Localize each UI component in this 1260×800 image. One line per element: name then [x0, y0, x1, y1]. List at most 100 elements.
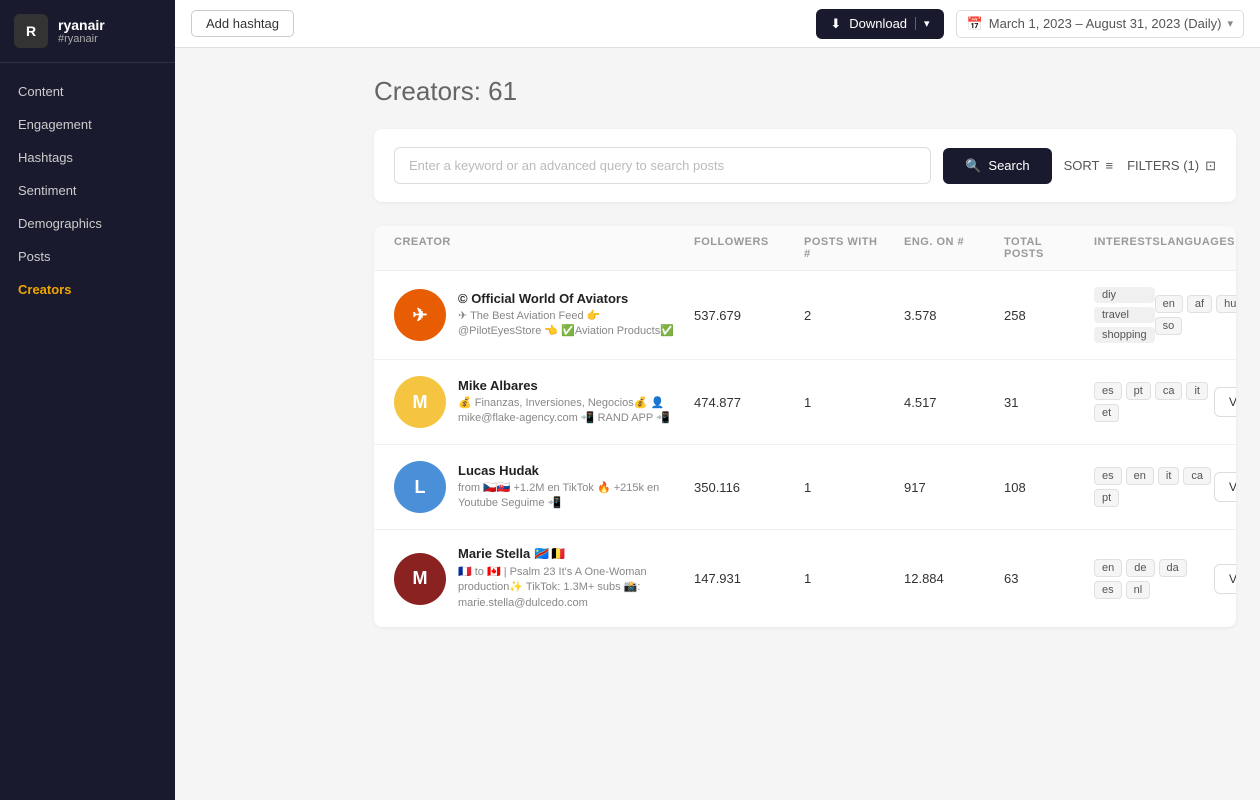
creator-followers: 147.931 [694, 571, 804, 586]
sidebar-brand-handle: #ryanair [58, 33, 105, 45]
creator-info: Marie Stella 🇨🇩🇧🇪 🇫🇷 to 🇨🇦 | Psalm 23 It'… [458, 546, 678, 611]
table-header-languages: LANGUAGES [1160, 236, 1236, 260]
table-body: ✈© Official World Of Aviators✈ The Best … [374, 271, 1236, 627]
creator-interests: diy travel shopping [1094, 287, 1155, 343]
creator-name: Marie Stella 🇨🇩🇧🇪 [458, 546, 678, 562]
action-cell: View Details [1214, 387, 1236, 417]
creator-cell-ma: MMike Albares💰 Finanzas, Inversiones, Ne… [394, 376, 694, 428]
sidebar-nav: ContentEngagementHashtagsSentimentDemogr… [0, 63, 175, 800]
avatar: L [394, 461, 446, 513]
creator-name: Lucas Hudak [458, 463, 678, 478]
view-details-button[interactable]: View Details [1214, 564, 1236, 594]
table-row: M Marie Stella 🇨🇩🇧🇪 🇫🇷 to 🇨🇦 | Psalm 23 It… [374, 530, 1236, 627]
creator-info: © Official World Of Aviators✈ The Best A… [458, 291, 678, 340]
lang-tag: ca [1155, 382, 1183, 400]
lang-tag: en [1126, 467, 1154, 485]
lang-tag: es [1094, 581, 1122, 599]
creator-followers: 474.877 [694, 395, 804, 410]
table-row: L Lucas Hudak from 🇨🇿🇸🇰 +1.2M en TikTok 🔥 … [374, 445, 1236, 530]
filters-icon: ⊡ [1205, 158, 1216, 174]
creator-posts-with-hash: 1 [804, 571, 904, 586]
creator-posts-with-hash: 2 [804, 308, 904, 323]
creators-table: CREATORFOLLOWERSPOSTS WITH#ENG. ON #TOTA… [374, 226, 1236, 627]
lang-tag: hu [1216, 295, 1236, 313]
creator-languages: esenitcapt [1094, 467, 1214, 507]
lang-tag: es [1094, 467, 1122, 485]
lang-tag: nl [1126, 581, 1151, 599]
main-content: Creators: 61 🔍 Search SORT ≡ FILTERS (1)… [350, 48, 1260, 800]
view-details-button[interactable]: View Details [1214, 387, 1236, 417]
creator-eng-on-hash: 3.578 [904, 308, 1004, 323]
sidebar-item-demographics[interactable]: Demographics [0, 207, 175, 240]
calendar-icon: 📅 [967, 16, 983, 32]
table-header-followers: FOLLOWERS [694, 236, 804, 260]
search-icon: 🔍 [965, 158, 981, 174]
creator-total-posts: 258 [1004, 308, 1094, 323]
interest-tag: travel [1094, 307, 1155, 323]
table-header-posts-with--: POSTS WITH# [804, 236, 904, 260]
creator-bio: 💰 Finanzas, Inversiones, Negocios💰 👤 mik… [458, 396, 678, 427]
creator-bio: 🇫🇷 to 🇨🇦 | Psalm 23 It's A One-Woman pro… [458, 565, 678, 611]
action-cell: View Details [1214, 472, 1236, 502]
lang-tag: pt [1126, 382, 1151, 400]
creator-cell-lh: L Lucas Hudak from 🇨🇿🇸🇰 +1.2M en TikTok 🔥 … [394, 461, 694, 513]
sidebar-item-posts[interactable]: Posts [0, 240, 175, 273]
sidebar-item-engagement[interactable]: Engagement [0, 108, 175, 141]
sort-icon: ≡ [1106, 158, 1114, 173]
search-button-label: Search [988, 158, 1029, 173]
view-details-button[interactable]: View Details [1214, 472, 1236, 502]
download-caret-icon[interactable]: ▾ [915, 17, 930, 30]
avatar: M [394, 553, 446, 605]
interest-tag: shopping [1094, 327, 1155, 343]
lang-tag: af [1187, 295, 1212, 313]
creator-total-posts: 108 [1004, 480, 1094, 495]
creator-bio: from 🇨🇿🇸🇰 +1.2M en TikTok 🔥 +215k en You… [458, 481, 678, 512]
lang-tag: es [1094, 382, 1122, 400]
creator-followers: 537.679 [694, 308, 804, 323]
download-icon: ⬇ [830, 16, 841, 32]
creator-followers: 350.116 [694, 480, 804, 495]
table-header-interests: INTERESTS [1094, 236, 1160, 260]
search-button[interactable]: 🔍 Search [943, 148, 1051, 184]
download-button[interactable]: ⬇ Download ▾ [816, 9, 943, 39]
sidebar-avatar: R [14, 14, 48, 48]
creator-languages: enafhuptso [1155, 295, 1236, 335]
date-range-text: March 1, 2023 – August 31, 2023 (Daily) [989, 16, 1222, 31]
add-hashtag-button[interactable]: Add hashtag [191, 10, 294, 37]
filters-button[interactable]: FILTERS (1) ⊡ [1127, 158, 1216, 174]
lang-tag: en [1094, 559, 1122, 577]
search-input[interactable] [394, 147, 931, 184]
date-range-picker[interactable]: 📅 March 1, 2023 – August 31, 2023 (Daily… [956, 10, 1244, 38]
topbar: Add hashtag ⬇ Download ▾ 📅 March 1, 2023… [175, 0, 1260, 48]
creator-total-posts: 63 [1004, 571, 1094, 586]
lang-tag: so [1155, 317, 1183, 335]
sidebar-header: R ryanair #ryanair [0, 0, 175, 63]
sort-label: SORT [1064, 158, 1100, 173]
table-header-creator: CREATOR [394, 236, 694, 260]
sidebar-item-creators[interactable]: Creators [0, 273, 175, 306]
sidebar-item-hashtags[interactable]: Hashtags [0, 141, 175, 174]
lang-tag: it [1158, 467, 1180, 485]
lang-tag: et [1094, 404, 1119, 422]
creator-bio: ✈ The Best Aviation Feed 👉 @PilotEyesSto… [458, 309, 678, 340]
creator-total-posts: 31 [1004, 395, 1094, 410]
sidebar-item-sentiment[interactable]: Sentiment [0, 174, 175, 207]
action-cell: View Details [1214, 564, 1236, 594]
creator-languages: endedaesnl [1094, 559, 1214, 599]
creator-info: Mike Albares💰 Finanzas, Inversiones, Neg… [458, 378, 678, 427]
creator-languages: esptcaitet [1094, 382, 1214, 422]
creator-eng-on-hash: 4.517 [904, 395, 1004, 410]
interest-tag: diy [1094, 287, 1155, 303]
table-header-total-posts: TOTALPOSTS [1004, 236, 1094, 260]
creator-cell-owa: ✈© Official World Of Aviators✈ The Best … [394, 289, 694, 341]
sidebar-brand: ryanair #ryanair [58, 17, 105, 45]
table-row: ✈© Official World Of Aviators✈ The Best … [374, 271, 1236, 360]
search-controls: SORT ≡ FILTERS (1) ⊡ [1064, 158, 1216, 174]
sort-button[interactable]: SORT ≡ [1064, 158, 1113, 173]
creator-eng-on-hash: 12.884 [904, 571, 1004, 586]
page-title: Creators: 61 [374, 76, 1236, 107]
creator-cell-mst: M Marie Stella 🇨🇩🇧🇪 🇫🇷 to 🇨🇦 | Psalm 23 It… [394, 546, 694, 611]
avatar: M [394, 376, 446, 428]
sidebar-item-content[interactable]: Content [0, 75, 175, 108]
lang-tag: pt [1094, 489, 1119, 507]
